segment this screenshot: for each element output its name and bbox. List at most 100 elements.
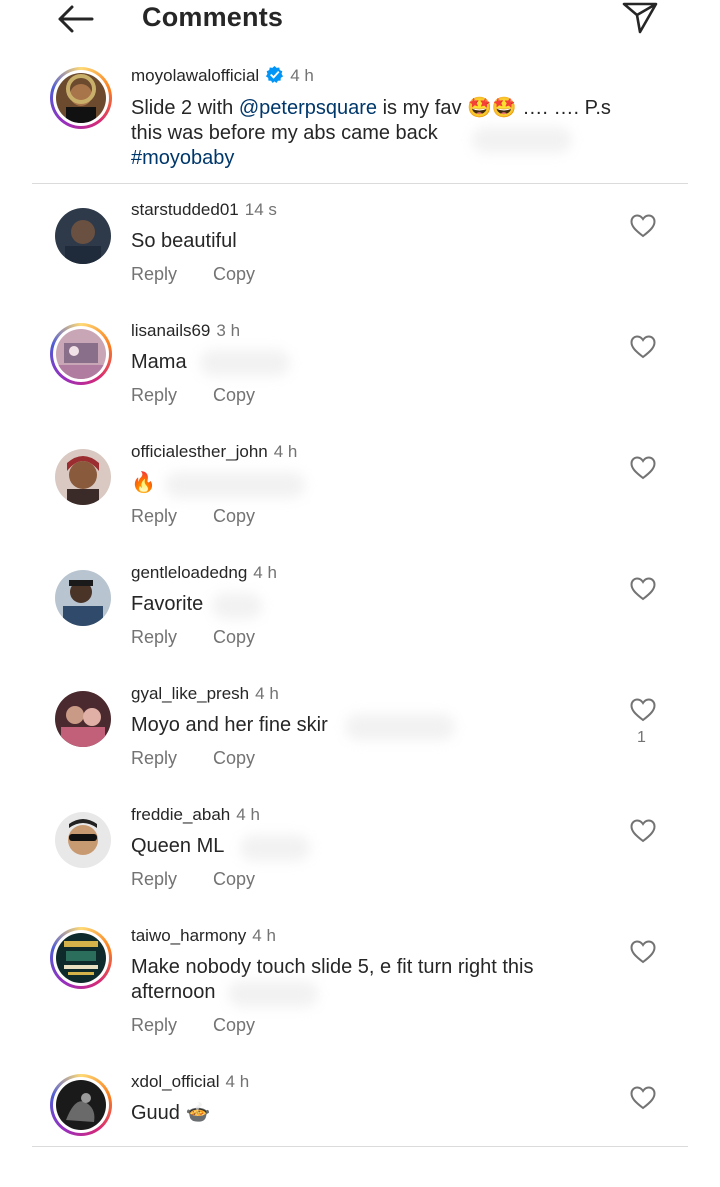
heart-icon[interactable] — [630, 1086, 656, 1110]
reply-button[interactable]: Reply — [131, 506, 177, 526]
username-text[interactable]: moyolawalofficial — [131, 66, 259, 85]
comment-username[interactable]: gyal_like_presh 4 h — [131, 684, 279, 704]
verified-badge-icon — [266, 65, 284, 84]
comment-actions: Reply Copy — [131, 869, 255, 890]
comment-text-line2: afternoon — [131, 981, 216, 1003]
comment-text: Make nobody touch slide 5, e fit turn ri… — [131, 955, 533, 1005]
hashtag-link[interactable]: #moyobaby — [131, 147, 234, 169]
avatar — [56, 933, 106, 983]
avatar — [56, 73, 106, 123]
reply-button[interactable]: Reply — [131, 1015, 177, 1035]
copy-button[interactable]: Copy — [213, 385, 255, 405]
caption-divider — [32, 183, 688, 184]
heart-icon[interactable] — [630, 698, 656, 722]
comment-text: Guud 🍲 — [131, 1102, 211, 1124]
arrow-left-icon[interactable] — [56, 4, 94, 34]
reply-button[interactable]: Reply — [131, 869, 177, 889]
avatar[interactable] — [55, 691, 111, 747]
username-text[interactable]: officialesther_john — [131, 442, 268, 461]
comment-username[interactable]: lisanails69 3 h — [131, 321, 240, 341]
comment-text: So beautiful — [131, 230, 237, 252]
username-text[interactable]: gyal_like_presh — [131, 684, 249, 703]
comment-actions: Reply Copy — [131, 506, 255, 527]
avatar[interactable] — [55, 208, 111, 264]
caption-text-part: Slide 2 with — [131, 97, 239, 119]
mention-link[interactable]: @peterpsquare — [239, 97, 377, 119]
comment-text: Favorite — [131, 593, 204, 615]
send-icon[interactable] — [620, 0, 660, 36]
heart-icon[interactable] — [630, 214, 656, 238]
post-caption: moyolawalofficial 4 h Slide 2 with @peter… — [0, 60, 720, 184]
comment-text: 🔥 — [131, 472, 156, 494]
comment-actions: Reply Copy — [131, 1015, 255, 1036]
blurred-overlay — [200, 350, 290, 376]
composer-divider — [32, 1146, 688, 1147]
avatar[interactable] — [55, 449, 111, 505]
comment-time: 4 h — [273, 442, 298, 461]
avatar — [56, 329, 106, 379]
heart-icon[interactable] — [630, 819, 656, 843]
comment-username[interactable]: xdol_official 4 h — [131, 1072, 249, 1092]
comment-text: Queen ML — [131, 835, 225, 857]
comment-username[interactable]: taiwo_harmony 4 h — [131, 926, 276, 946]
blurred-overlay — [472, 127, 572, 153]
heart-icon[interactable] — [630, 335, 656, 359]
comment-text: Mama — [131, 351, 187, 373]
story-ring[interactable] — [50, 1074, 112, 1136]
top-bar: Comments — [0, 0, 720, 40]
comment-time: 14 s — [244, 200, 277, 219]
blurred-overlay — [345, 714, 455, 740]
copy-button[interactable]: Copy — [213, 506, 255, 526]
heart-icon[interactable] — [630, 577, 656, 601]
reply-button[interactable]: Reply — [131, 627, 177, 647]
comment-actions: Reply Copy — [131, 627, 255, 648]
caption-time: 4 h — [290, 66, 314, 85]
heart-icon[interactable] — [630, 456, 656, 480]
username-text[interactable]: gentleloadedng — [131, 563, 247, 582]
comment-username[interactable]: gentleloadedng 4 h — [131, 563, 277, 583]
story-ring[interactable] — [50, 67, 112, 129]
comment-actions: Reply Copy — [131, 748, 255, 769]
avatar — [56, 1080, 106, 1130]
comment-actions: Reply Copy — [131, 385, 255, 406]
comment-username[interactable]: freddie_abah 4 h — [131, 805, 260, 825]
username-text[interactable]: xdol_official — [131, 1072, 220, 1091]
username-text[interactable]: taiwo_harmony — [131, 926, 246, 945]
reply-button[interactable]: Reply — [131, 264, 177, 284]
copy-button[interactable]: Copy — [213, 1015, 255, 1035]
reply-button[interactable]: Reply — [131, 385, 177, 405]
username-text[interactable]: freddie_abah — [131, 805, 230, 824]
comment-time: 4 h — [225, 1072, 250, 1091]
comment-time: 4 h — [255, 684, 279, 703]
blurred-overlay — [165, 472, 305, 498]
comment-username[interactable]: officialesther_john 4 h — [131, 442, 297, 462]
copy-button[interactable]: Copy — [213, 627, 255, 647]
comment-actions: Reply Copy — [131, 264, 255, 285]
reply-button[interactable]: Reply — [131, 748, 177, 768]
username-text[interactable]: lisanails69 — [131, 321, 210, 340]
comment-text: Moyo and her fine skir — [131, 714, 328, 736]
page-title: Comments — [142, 2, 284, 32]
heart-icon[interactable] — [630, 940, 656, 964]
comment-time: 4 h — [252, 926, 276, 945]
comment-text-line1: Make nobody touch slide 5, e fit turn ri… — [131, 956, 534, 978]
avatar[interactable] — [55, 570, 111, 626]
story-ring[interactable] — [50, 323, 112, 385]
copy-button[interactable]: Copy — [213, 869, 255, 889]
story-ring[interactable] — [50, 927, 112, 989]
copy-button[interactable]: Copy — [213, 264, 255, 284]
copy-button[interactable]: Copy — [213, 748, 255, 768]
caption-username[interactable]: moyolawalofficial 4 h — [131, 65, 314, 86]
blurred-overlay — [212, 593, 262, 619]
blurred-overlay — [228, 981, 318, 1007]
comment-time: 4 h — [253, 563, 277, 582]
comment-time: 4 h — [236, 805, 260, 824]
comment-item: xdol_official 4 h Guud 🍲 — [0, 1069, 720, 1146]
caption-text-line2: this was before my abs came back — [131, 122, 438, 144]
username-text[interactable]: starstudded01 — [131, 200, 239, 219]
comment-time: 3 h — [216, 321, 241, 340]
caption-text-part: is my fav 🤩🤩 …. …. P.s — [377, 97, 611, 119]
comment-username[interactable]: starstudded01 14 s — [131, 200, 277, 220]
avatar[interactable] — [55, 812, 111, 868]
blurred-overlay — [240, 835, 310, 861]
